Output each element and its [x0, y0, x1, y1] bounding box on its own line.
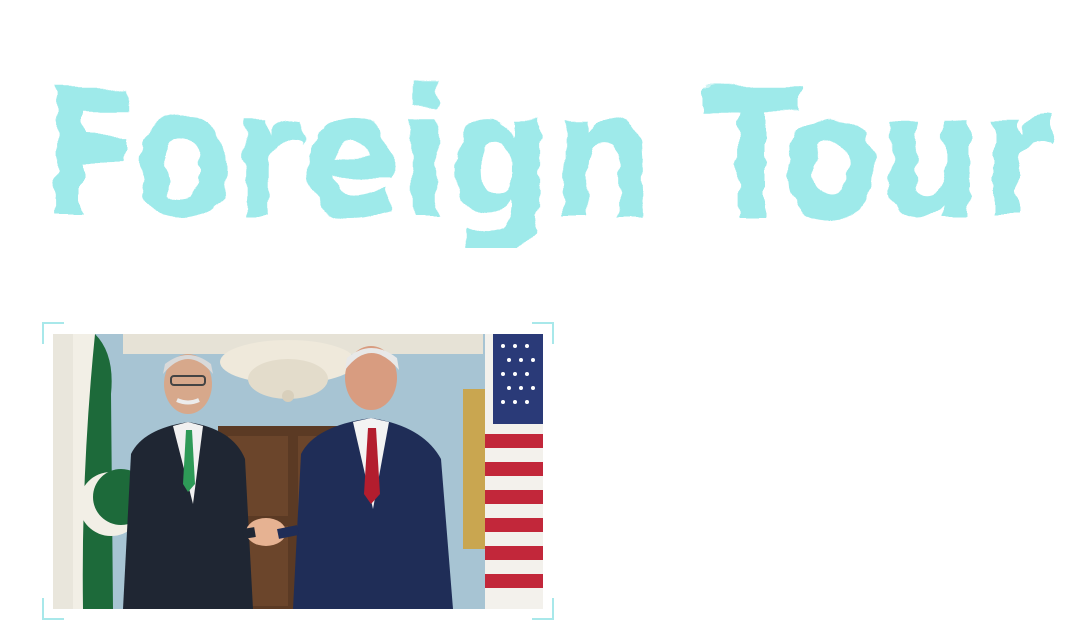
page-title: Foreign Tour	[38, 48, 1058, 248]
handshake-photo	[53, 334, 543, 609]
photo-frame	[42, 322, 554, 620]
title-graphic: Foreign Tour	[42, 53, 1052, 248]
title-text: Foreign Tour	[42, 53, 1052, 248]
